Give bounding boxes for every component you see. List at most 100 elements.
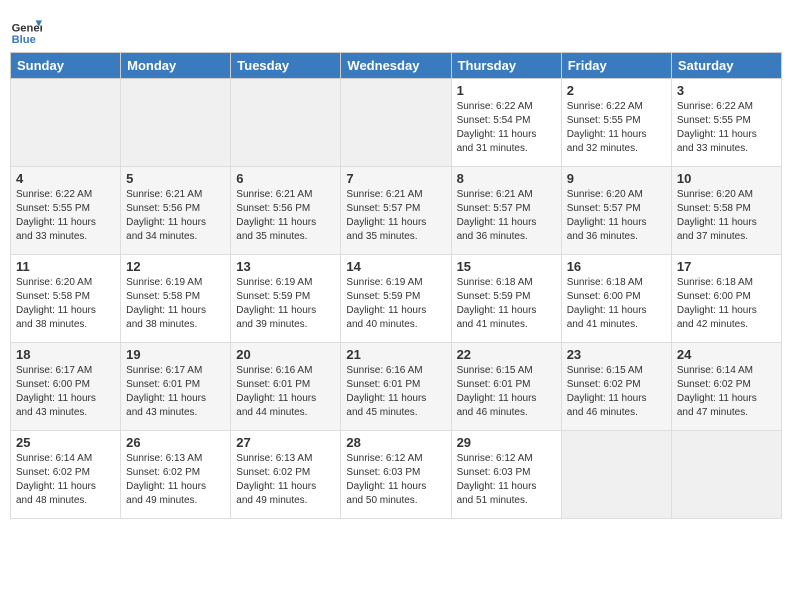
day-header-monday: Monday <box>121 53 231 79</box>
day-number: 16 <box>567 259 666 274</box>
day-number: 25 <box>16 435 115 450</box>
day-cell: 11 Sunrise: 6:20 AMSunset: 5:58 PMDaylig… <box>11 255 121 343</box>
day-cell <box>121 79 231 167</box>
day-cell: 10 Sunrise: 6:20 AMSunset: 5:58 PMDaylig… <box>671 167 781 255</box>
day-number: 5 <box>126 171 225 186</box>
day-info: Sunrise: 6:21 AMSunset: 5:57 PMDaylight:… <box>346 188 445 244</box>
day-number: 20 <box>236 347 335 362</box>
day-header-saturday: Saturday <box>671 53 781 79</box>
day-header-tuesday: Tuesday <box>231 53 341 79</box>
week-row-2: 4 Sunrise: 6:22 AMSunset: 5:55 PMDayligh… <box>11 167 782 255</box>
day-info: Sunrise: 6:15 AMSunset: 6:02 PMDaylight:… <box>567 364 666 420</box>
day-number: 12 <box>126 259 225 274</box>
week-row-4: 18 Sunrise: 6:17 AMSunset: 6:00 PMDaylig… <box>11 343 782 431</box>
day-info: Sunrise: 6:15 AMSunset: 6:01 PMDaylight:… <box>457 364 556 420</box>
day-number: 22 <box>457 347 556 362</box>
svg-text:General: General <box>12 23 42 35</box>
day-number: 7 <box>346 171 445 186</box>
day-cell: 12 Sunrise: 6:19 AMSunset: 5:58 PMDaylig… <box>121 255 231 343</box>
logo-icon: General Blue <box>10 14 42 46</box>
day-info: Sunrise: 6:18 AMSunset: 6:00 PMDaylight:… <box>567 276 666 332</box>
day-cell: 28 Sunrise: 6:12 AMSunset: 6:03 PMDaylig… <box>341 431 451 519</box>
day-header-wednesday: Wednesday <box>341 53 451 79</box>
day-cell: 15 Sunrise: 6:18 AMSunset: 5:59 PMDaylig… <box>451 255 561 343</box>
day-info: Sunrise: 6:14 AMSunset: 6:02 PMDaylight:… <box>677 364 776 420</box>
day-info: Sunrise: 6:17 AMSunset: 6:00 PMDaylight:… <box>16 364 115 420</box>
day-info: Sunrise: 6:22 AMSunset: 5:54 PMDaylight:… <box>457 100 556 156</box>
day-info: Sunrise: 6:22 AMSunset: 5:55 PMDaylight:… <box>16 188 115 244</box>
day-number: 10 <box>677 171 776 186</box>
day-cell: 20 Sunrise: 6:16 AMSunset: 6:01 PMDaylig… <box>231 343 341 431</box>
day-info: Sunrise: 6:22 AMSunset: 5:55 PMDaylight:… <box>567 100 666 156</box>
day-cell: 1 Sunrise: 6:22 AMSunset: 5:54 PMDayligh… <box>451 79 561 167</box>
day-number: 15 <box>457 259 556 274</box>
day-number: 19 <box>126 347 225 362</box>
day-number: 28 <box>346 435 445 450</box>
day-number: 8 <box>457 171 556 186</box>
day-cell: 19 Sunrise: 6:17 AMSunset: 6:01 PMDaylig… <box>121 343 231 431</box>
day-cell: 5 Sunrise: 6:21 AMSunset: 5:56 PMDayligh… <box>121 167 231 255</box>
day-header-sunday: Sunday <box>11 53 121 79</box>
day-info: Sunrise: 6:21 AMSunset: 5:57 PMDaylight:… <box>457 188 556 244</box>
day-cell: 23 Sunrise: 6:15 AMSunset: 6:02 PMDaylig… <box>561 343 671 431</box>
day-info: Sunrise: 6:20 AMSunset: 5:57 PMDaylight:… <box>567 188 666 244</box>
header: General Blue <box>10 10 782 46</box>
day-cell <box>231 79 341 167</box>
day-info: Sunrise: 6:18 AMSunset: 6:00 PMDaylight:… <box>677 276 776 332</box>
day-cell: 13 Sunrise: 6:19 AMSunset: 5:59 PMDaylig… <box>231 255 341 343</box>
day-info: Sunrise: 6:20 AMSunset: 5:58 PMDaylight:… <box>677 188 776 244</box>
day-info: Sunrise: 6:13 AMSunset: 6:02 PMDaylight:… <box>126 452 225 508</box>
day-info: Sunrise: 6:13 AMSunset: 6:02 PMDaylight:… <box>236 452 335 508</box>
day-number: 1 <box>457 83 556 98</box>
day-cell: 16 Sunrise: 6:18 AMSunset: 6:00 PMDaylig… <box>561 255 671 343</box>
day-cell <box>341 79 451 167</box>
day-number: 14 <box>346 259 445 274</box>
day-header-thursday: Thursday <box>451 53 561 79</box>
day-cell: 4 Sunrise: 6:22 AMSunset: 5:55 PMDayligh… <box>11 167 121 255</box>
day-number: 3 <box>677 83 776 98</box>
day-cell: 27 Sunrise: 6:13 AMSunset: 6:02 PMDaylig… <box>231 431 341 519</box>
day-number: 9 <box>567 171 666 186</box>
day-cell: 6 Sunrise: 6:21 AMSunset: 5:56 PMDayligh… <box>231 167 341 255</box>
day-info: Sunrise: 6:18 AMSunset: 5:59 PMDaylight:… <box>457 276 556 332</box>
day-number: 2 <box>567 83 666 98</box>
day-cell <box>11 79 121 167</box>
day-info: Sunrise: 6:17 AMSunset: 6:01 PMDaylight:… <box>126 364 225 420</box>
day-cell: 29 Sunrise: 6:12 AMSunset: 6:03 PMDaylig… <box>451 431 561 519</box>
day-cell: 3 Sunrise: 6:22 AMSunset: 5:55 PMDayligh… <box>671 79 781 167</box>
day-cell <box>561 431 671 519</box>
day-number: 13 <box>236 259 335 274</box>
logo: General Blue <box>10 14 42 46</box>
day-cell: 21 Sunrise: 6:16 AMSunset: 6:01 PMDaylig… <box>341 343 451 431</box>
day-number: 27 <box>236 435 335 450</box>
day-info: Sunrise: 6:16 AMSunset: 6:01 PMDaylight:… <box>236 364 335 420</box>
day-info: Sunrise: 6:21 AMSunset: 5:56 PMDaylight:… <box>236 188 335 244</box>
day-cell: 7 Sunrise: 6:21 AMSunset: 5:57 PMDayligh… <box>341 167 451 255</box>
day-cell <box>671 431 781 519</box>
day-info: Sunrise: 6:19 AMSunset: 5:59 PMDaylight:… <box>346 276 445 332</box>
week-row-1: 1 Sunrise: 6:22 AMSunset: 5:54 PMDayligh… <box>11 79 782 167</box>
day-info: Sunrise: 6:22 AMSunset: 5:55 PMDaylight:… <box>677 100 776 156</box>
day-info: Sunrise: 6:20 AMSunset: 5:58 PMDaylight:… <box>16 276 115 332</box>
day-number: 21 <box>346 347 445 362</box>
calendar-table: SundayMondayTuesdayWednesdayThursdayFrid… <box>10 52 782 519</box>
day-number: 29 <box>457 435 556 450</box>
day-number: 24 <box>677 347 776 362</box>
day-info: Sunrise: 6:19 AMSunset: 5:58 PMDaylight:… <box>126 276 225 332</box>
day-number: 6 <box>236 171 335 186</box>
day-info: Sunrise: 6:19 AMSunset: 5:59 PMDaylight:… <box>236 276 335 332</box>
day-cell: 2 Sunrise: 6:22 AMSunset: 5:55 PMDayligh… <box>561 79 671 167</box>
week-row-5: 25 Sunrise: 6:14 AMSunset: 6:02 PMDaylig… <box>11 431 782 519</box>
day-info: Sunrise: 6:12 AMSunset: 6:03 PMDaylight:… <box>457 452 556 508</box>
day-number: 4 <box>16 171 115 186</box>
day-number: 26 <box>126 435 225 450</box>
day-number: 18 <box>16 347 115 362</box>
day-info: Sunrise: 6:12 AMSunset: 6:03 PMDaylight:… <box>346 452 445 508</box>
week-row-3: 11 Sunrise: 6:20 AMSunset: 5:58 PMDaylig… <box>11 255 782 343</box>
day-info: Sunrise: 6:16 AMSunset: 6:01 PMDaylight:… <box>346 364 445 420</box>
day-number: 11 <box>16 259 115 274</box>
day-cell: 22 Sunrise: 6:15 AMSunset: 6:01 PMDaylig… <box>451 343 561 431</box>
day-cell: 17 Sunrise: 6:18 AMSunset: 6:00 PMDaylig… <box>671 255 781 343</box>
day-header-friday: Friday <box>561 53 671 79</box>
header-row: SundayMondayTuesdayWednesdayThursdayFrid… <box>11 53 782 79</box>
